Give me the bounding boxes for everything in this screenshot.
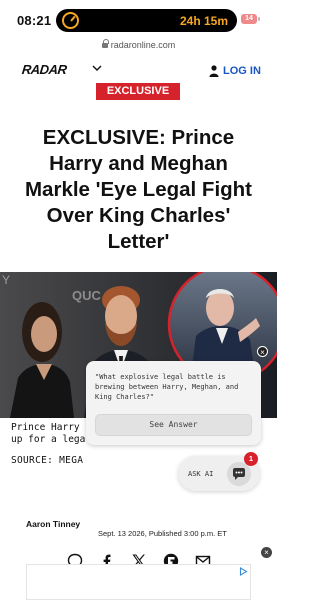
exclusive-badge: EXCLUSIVE (96, 83, 180, 100)
publish-date: Sept. 13 2026, Published 3:00 p.m. ET (98, 529, 227, 538)
notification-badge: 1 (244, 452, 258, 466)
popup-close-icon[interactable]: × (257, 346, 268, 357)
chat-bubble-icon (227, 462, 251, 486)
ai-question-text: "What explosive legal battle is brewing … (95, 373, 239, 401)
article-headline: EXCLUSIVE: Prince Harry and Meghan Markl… (24, 126, 253, 253)
ad-banner[interactable] (26, 564, 251, 600)
svg-text:QUC: QUC (72, 288, 102, 303)
author-name[interactable]: Aaron Tinney (26, 519, 80, 529)
activity-timer: 24h 15m (179, 14, 228, 28)
url-text: radaronline.com (110, 40, 176, 50)
user-icon[interactable] (209, 65, 219, 77)
ad-close-icon[interactable]: × (261, 547, 272, 558)
ask-ai-label: ASK AI (188, 470, 214, 478)
site-header: RADAR LOG IN (0, 58, 277, 86)
ad-choices-icon[interactable] (239, 567, 248, 576)
site-logo[interactable]: RADAR (21, 62, 67, 77)
url-bar[interactable]: radaronline.com (0, 39, 277, 58)
see-answer-button[interactable]: See Answer (95, 414, 252, 436)
timer-icon (62, 12, 79, 29)
battery-indicator: 14 (241, 14, 260, 24)
image-source: SOURCE: MEGA (11, 455, 84, 466)
lock-icon (101, 39, 109, 48)
ai-question-popup: "What explosive legal battle is brewing … (86, 361, 261, 445)
status-bar: 08:21 24h 15m 14 (0, 0, 277, 40)
status-time: 08:21 (17, 13, 52, 28)
svg-text:Y: Y (2, 273, 10, 287)
login-link[interactable]: LOG IN (223, 65, 261, 77)
chevron-down-icon[interactable] (92, 63, 102, 73)
dynamic-island[interactable]: 24h 15m (56, 9, 237, 32)
